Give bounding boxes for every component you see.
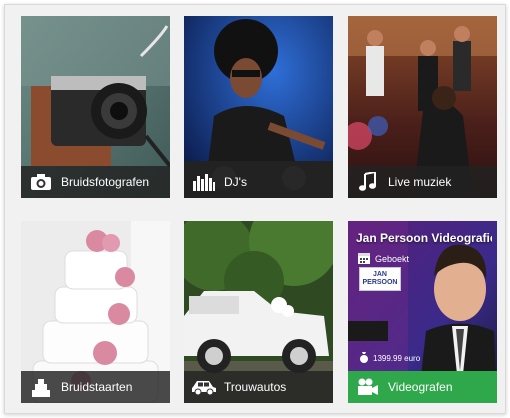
tile-bruidsfotografen[interactable]: Bruidsfotografen (21, 16, 170, 198)
promo-title[interactable]: Jan Persoon Videografie en... (356, 231, 492, 245)
tile-caption-bar: Live muziek (348, 166, 497, 198)
tile-caption-bar: Trouwautos (184, 371, 333, 403)
promo-status-text: Geboekt (375, 254, 410, 264)
promo-price: 1399.99 euro (359, 352, 420, 365)
category-grid-frame: Bruidsfotografen DJ's Live muziek Bruids… (4, 4, 506, 414)
equalizer-icon (184, 173, 224, 191)
cake-icon (21, 377, 61, 397)
tile-caption-bar: Bruidsfotografen (21, 166, 170, 198)
tile-bruidstaarten[interactable]: Bruidstaarten (21, 221, 170, 403)
tile-label: Videografen (388, 380, 453, 394)
promo-price-text: 1399.99 euro (373, 354, 421, 363)
tile-label: Bruidstaarten (61, 380, 133, 394)
calendar-icon (358, 252, 370, 266)
tile-videografen[interactable]: Jan Persoon Videografie en... Geboekt JA… (348, 221, 497, 403)
tile-djs[interactable]: DJ's (184, 16, 333, 198)
vendor-logo-line1: JAN (372, 271, 387, 278)
vendor-logo-line2: PERSOON (362, 279, 398, 286)
tile-trouwautos[interactable]: Trouwautos (184, 221, 333, 403)
camera-icon (21, 173, 61, 191)
tile-label: Live muziek (388, 175, 452, 189)
music-note-icon (348, 172, 388, 192)
video-camera-icon (348, 378, 388, 396)
promo-status: Geboekt (358, 252, 409, 266)
tile-live-muziek[interactable]: Live muziek (348, 16, 497, 198)
car-icon (184, 379, 224, 395)
tile-caption-bar: DJ's (184, 166, 333, 198)
tile-caption-bar: Bruidstaarten (21, 371, 170, 403)
tile-label: DJ's (224, 175, 247, 189)
vendor-logo: JAN PERSOON (359, 267, 401, 291)
tile-label: Trouwautos (224, 380, 287, 394)
tile-label: Bruidsfotografen (61, 175, 150, 189)
money-bag-icon (359, 352, 369, 365)
tile-caption-bar: Videografen (348, 371, 497, 403)
